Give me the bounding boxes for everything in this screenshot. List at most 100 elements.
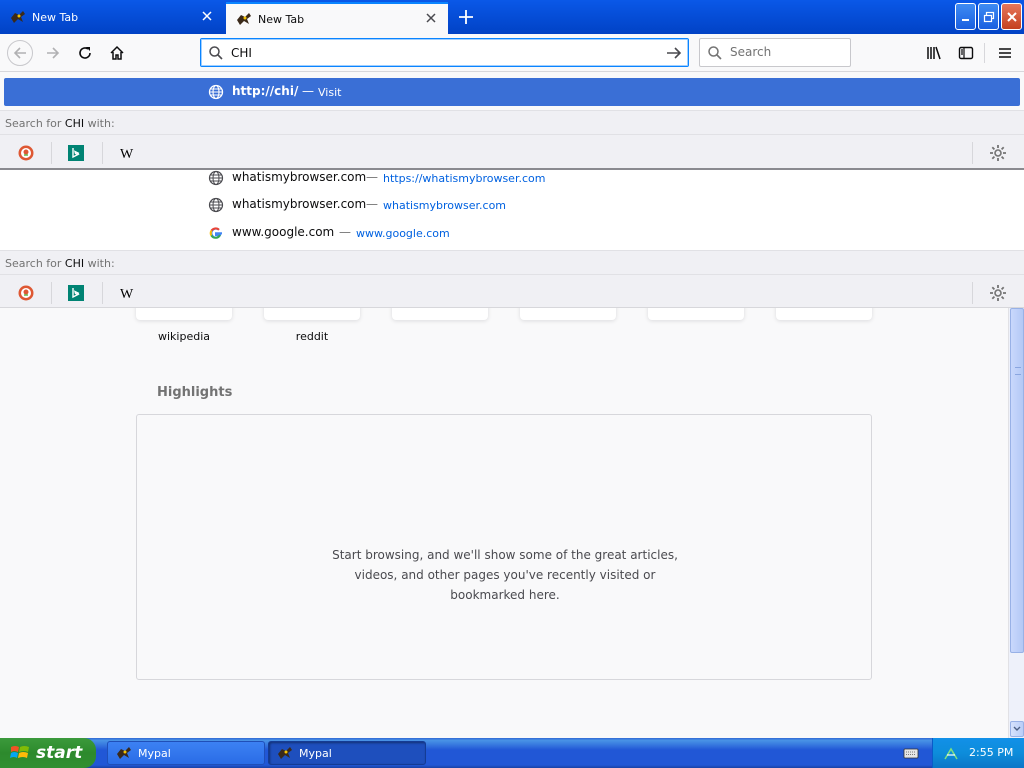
- wikipedia-icon: W: [120, 147, 134, 161]
- close-tab-icon[interactable]: [200, 9, 214, 23]
- toolbar-separator: [984, 43, 985, 63]
- autocomplete-separator: —: [302, 84, 314, 98]
- forward-button[interactable]: [41, 41, 65, 65]
- autocomplete-action: Visit: [318, 86, 342, 99]
- vertical-scrollbar[interactable]: [1008, 308, 1024, 738]
- forward-arrow-icon: [47, 47, 60, 59]
- url-input[interactable]: [231, 44, 651, 62]
- window-restore-button[interactable]: [978, 3, 999, 30]
- network-icon[interactable]: [943, 745, 959, 761]
- clock: 2:55 PM: [969, 746, 1014, 759]
- one-off-search-engines: W: [0, 274, 1024, 308]
- top-site-label: wikipedia: [157, 330, 210, 343]
- top-site-tile-empty[interactable]: [520, 308, 616, 320]
- search-settings-gear-icon[interactable]: [989, 144, 1007, 162]
- bing-icon: [68, 285, 84, 301]
- tab-title: New Tab: [32, 10, 79, 24]
- autocomplete-history-row[interactable]: whatismybrowser.com — https://whatismybr…: [0, 170, 1024, 196]
- globe-icon: [208, 84, 224, 100]
- history-title: whatismybrowser.com: [232, 170, 367, 184]
- windows-taskbar: start Mypal Mypal 2:55 PM: [0, 738, 1024, 768]
- top-site-label: reddit: [295, 330, 329, 343]
- duckduckgo-icon: [18, 145, 34, 161]
- hamburger-menu-icon: [999, 48, 1011, 58]
- menu-button[interactable]: [993, 41, 1017, 65]
- autocomplete-history-row[interactable]: www.google.com — www.google.com: [0, 225, 1024, 251]
- reload-button[interactable]: [73, 41, 97, 65]
- autocomplete-history-row[interactable]: whatismybrowser.com — whatismybrowser.co…: [0, 197, 1024, 223]
- wikipedia-icon: W: [120, 287, 134, 301]
- mypal-app-icon: [278, 747, 292, 759]
- duckduckgo-engine-button[interactable]: [17, 284, 35, 302]
- sidebar-button[interactable]: [954, 41, 978, 65]
- mypal-favicon-icon: [11, 11, 25, 23]
- library-icon: [927, 46, 941, 60]
- taskbar-item-label: Mypal: [299, 746, 332, 760]
- search-input[interactable]: [730, 45, 840, 59]
- tab-new-tab-2[interactable]: New Tab: [226, 2, 448, 34]
- home-button[interactable]: [105, 41, 129, 65]
- history-url: whatismybrowser.com: [383, 199, 507, 212]
- duckduckgo-engine-button[interactable]: [17, 144, 35, 162]
- restore-icon: [983, 11, 994, 22]
- google-icon: [209, 227, 222, 239]
- close-tab-icon[interactable]: [424, 11, 438, 25]
- top-site-tile-empty[interactable]: [776, 308, 872, 320]
- system-tray: 2:55 PM: [932, 738, 1024, 768]
- search-settings-gear-icon[interactable]: [989, 284, 1007, 302]
- history-url: www.google.com: [356, 227, 450, 240]
- window-minimize-button[interactable]: [955, 3, 976, 30]
- start-label: start: [36, 743, 83, 763]
- one-off-search-engines: W: [0, 134, 1024, 170]
- top-site-tile-reddit[interactable]: [264, 308, 360, 320]
- search-term: CHI: [64, 117, 85, 130]
- tab-title: New Tab: [258, 12, 305, 26]
- bing-icon: [68, 145, 84, 161]
- history-title: whatismybrowser.com: [232, 197, 367, 211]
- home-icon: [110, 45, 124, 60]
- close-icon: [1006, 11, 1017, 22]
- navigation-toolbar: [0, 34, 1024, 72]
- window-close-button[interactable]: [1001, 3, 1022, 30]
- scrollbar-thumb[interactable]: [1010, 308, 1024, 653]
- top-site-tile-empty[interactable]: [392, 308, 488, 320]
- history-title: www.google.com: [232, 225, 335, 239]
- back-button[interactable]: [7, 40, 33, 66]
- scroll-down-button[interactable]: [1010, 721, 1024, 737]
- back-arrow-icon: [13, 47, 26, 59]
- bing-engine-button[interactable]: [67, 144, 85, 162]
- wikipedia-engine-button[interactable]: W: [118, 144, 136, 162]
- keyboard-icon[interactable]: [903, 746, 919, 760]
- new-tab-plus-icon[interactable]: [455, 6, 477, 28]
- duckduckgo-icon: [18, 285, 34, 301]
- mypal-favicon-icon: [237, 13, 251, 25]
- top-site-tile-empty[interactable]: [648, 308, 744, 320]
- search-term: CHI: [64, 257, 85, 270]
- tab-strip: New Tab New Tab: [0, 0, 1024, 34]
- globe-icon: [208, 197, 224, 213]
- new-tab-page: wikipedia reddit Highlights Start browsi…: [0, 308, 1008, 738]
- autocomplete-selected-row[interactable]: http://chi/ — Visit: [4, 78, 1020, 106]
- taskbar-item-mypal[interactable]: Mypal: [107, 741, 265, 765]
- chevron-down-icon: [1013, 726, 1021, 731]
- history-separator: —: [339, 225, 351, 239]
- tab-new-tab-1[interactable]: New Tab: [0, 2, 224, 32]
- url-bar[interactable]: [200, 38, 689, 67]
- start-button[interactable]: start: [0, 738, 96, 768]
- search-bar[interactable]: [699, 38, 851, 67]
- library-button[interactable]: [922, 41, 946, 65]
- globe-icon: [208, 170, 224, 186]
- wikipedia-engine-button[interactable]: W: [118, 284, 136, 302]
- go-arrow-icon[interactable]: [664, 43, 684, 63]
- autocomplete-url: http://chi/: [232, 84, 299, 98]
- reload-icon: [79, 47, 91, 59]
- search-icon: [209, 46, 223, 60]
- history-url: https://whatismybrowser.com: [383, 172, 546, 185]
- bing-engine-button[interactable]: [67, 284, 85, 302]
- top-site-tile-wikipedia[interactable]: [136, 308, 232, 320]
- mypal-app-icon: [117, 747, 131, 759]
- highlights-empty-box: Start browsing, and we'll show some of t…: [136, 414, 872, 680]
- autocomplete-history-list: whatismybrowser.com — https://whatismybr…: [0, 170, 1024, 250]
- svg-text:W: W: [120, 147, 134, 161]
- taskbar-item-mypal-active[interactable]: Mypal: [268, 741, 426, 765]
